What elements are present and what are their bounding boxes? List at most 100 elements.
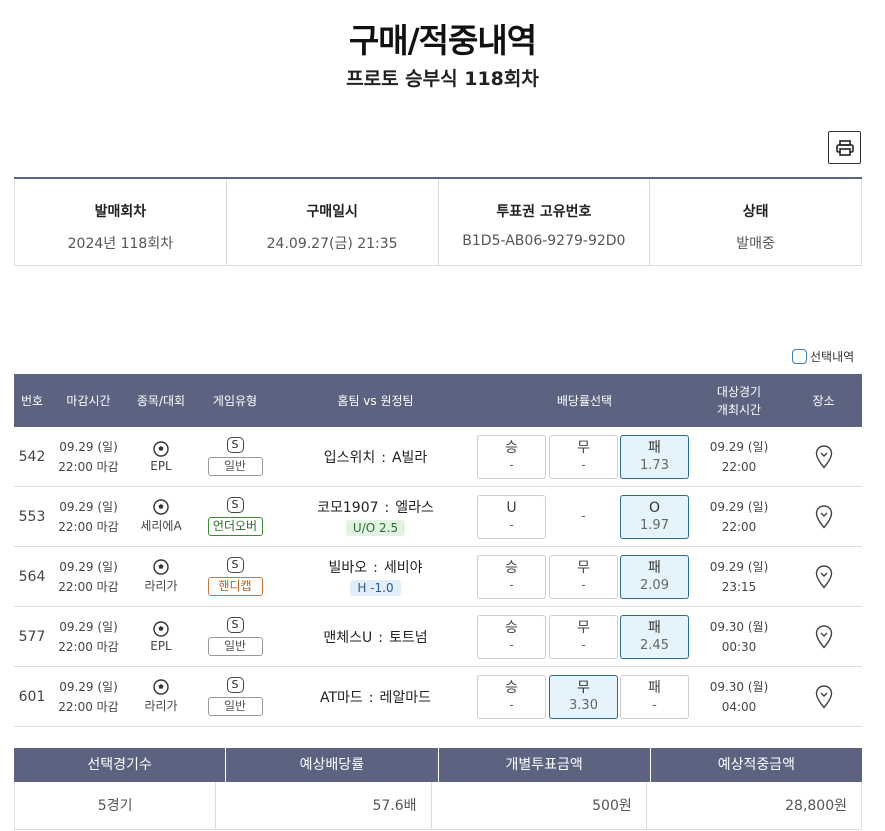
location-pin-icon[interactable] — [815, 444, 833, 469]
odds-button-o3[interactable]: 패- — [620, 674, 689, 719]
table-row: 553 09.29 (일) 22:00 마감 세리에A S 언더오버 코모190… — [14, 487, 862, 547]
league-name: EPL — [150, 638, 172, 653]
col-odds: 배당률선택 — [556, 394, 613, 408]
odds-button-o3[interactable]: 패 1.73 — [620, 434, 689, 479]
odds-value: - — [509, 637, 514, 653]
odds-button-o1[interactable]: 승- — [477, 614, 546, 659]
summary-col-games: 선택경기수 — [14, 748, 227, 782]
odds-label: 무 — [577, 559, 590, 576]
col-place: 장소 — [812, 394, 835, 408]
event-time: 04:00 — [721, 699, 757, 714]
odds-button-o3[interactable]: O 1.97 — [620, 494, 689, 539]
place-cell — [785, 444, 862, 469]
odds-label: 패 — [648, 439, 661, 456]
odds-value: 1.73 — [640, 457, 669, 473]
info-purchase-date: 구매일시 24.09.27(금) 21:35 — [227, 179, 439, 265]
odds-value: 2.09 — [640, 577, 669, 593]
event-time-cell: 09.30 (월) 04:00 — [693, 677, 785, 717]
odds-value: - — [509, 577, 514, 593]
soccer-ball-icon — [153, 499, 169, 515]
deadline-cell: 09.29 (일) 22:00 마감 — [50, 497, 127, 537]
match-cell: 맨체스U: 토트넘 — [275, 627, 476, 647]
odds-value: - — [581, 577, 586, 593]
home-team: 맨체스U — [323, 629, 373, 646]
location-pin-icon[interactable] — [815, 624, 833, 649]
deadline-cell: 09.29 (일) 22:00 마감 — [50, 617, 127, 657]
odds-value: 1.97 — [640, 517, 669, 533]
deadline-date: 09.29 (일) — [59, 499, 118, 514]
odds-button-o2[interactable]: 무- — [549, 434, 618, 479]
odds-label: 승 — [505, 679, 518, 696]
odds-button-o1[interactable]: 승- — [477, 554, 546, 599]
deadline-date: 09.29 (일) — [59, 439, 118, 454]
location-pin-icon[interactable] — [815, 684, 833, 709]
away-team: 엘라스 — [395, 500, 434, 516]
odds-cell: 승 - 무 3.30 패 - — [476, 667, 693, 727]
event-date: 09.30 (월) — [709, 619, 769, 634]
odds-button-o1[interactable]: U- — [477, 494, 546, 539]
print-button[interactable] — [828, 131, 861, 164]
location-pin-icon[interactable] — [815, 504, 833, 529]
selection-checkbox[interactable]: 선택내역 — [792, 348, 854, 365]
odds-button-o2[interactable]: 무- — [549, 614, 618, 659]
page-subtitle: 프로토 승부식 118회차 — [346, 68, 539, 90]
game-type-badge: 일반 — [207, 637, 263, 656]
deadline-time: 22:00 마감 — [58, 519, 119, 534]
league-cell: EPL — [127, 620, 195, 653]
game-type-cell: S 언더오버 — [195, 497, 275, 536]
table-row: 601 09.29 (일) 22:00 마감 라리가 S 일반 AT마드: 레알마… — [14, 667, 862, 727]
league-name: EPL — [150, 458, 172, 473]
odds-label: 승 — [505, 439, 518, 456]
game-table-header: 번호 마감시간 종목/대회 게임유형 홈팀 vs 원정팀 배당률선택 대상경기 … — [14, 374, 862, 427]
match-cell: 빌바오: 세비야 H -1.0 — [275, 557, 476, 596]
printer-icon — [835, 139, 854, 156]
soccer-ball-icon — [153, 620, 169, 637]
deadline-time: 22:00 마감 — [58, 639, 119, 654]
game-type-cell: S 일반 — [195, 617, 275, 656]
event-time: 23:15 — [721, 579, 757, 594]
table-row: 542 09.29 (일) 22:00 마감 EPL S 일반 입스위치: A빌라… — [14, 427, 862, 487]
odds-button-o2[interactable]: - — [549, 495, 618, 539]
col-type: 게임유형 — [212, 394, 258, 408]
team-separator: : — [381, 449, 386, 466]
event-date: 09.29 (일) — [709, 439, 769, 454]
summary-payout: 28,800원 — [647, 782, 862, 829]
league-name: 세리에A — [140, 519, 182, 533]
odds-button-o1[interactable]: 승- — [477, 674, 546, 719]
deadline-time: 22:00 마감 — [58, 579, 119, 594]
odds-label: 패 — [648, 619, 661, 636]
col-league: 종목/대회 — [136, 394, 186, 408]
odds-label: 패 — [648, 559, 661, 576]
game-type-badge: 일반 — [207, 457, 263, 476]
game-number: 553 — [18, 508, 46, 525]
odds-button-o1[interactable]: 승- — [477, 434, 546, 479]
checkbox-box[interactable] — [792, 349, 807, 364]
event-time-cell: 09.30 (월) 00:30 — [693, 617, 785, 657]
deadline-time: 22:00 마감 — [58, 459, 119, 474]
odds-button-o3[interactable]: 패 2.09 — [620, 554, 689, 599]
odds-label: 무 — [577, 439, 590, 456]
summary-stake: 500원 — [432, 782, 647, 829]
summary-col-payout: 예상적중금액 — [717, 757, 796, 773]
match-cell: AT마드: 레알마드 — [275, 687, 476, 707]
odds-label: 승 — [505, 619, 518, 636]
game-type-cell: S 일반 — [195, 677, 275, 716]
game-table: 번호 마감시간 종목/대회 게임유형 홈팀 vs 원정팀 배당률선택 대상경기 … — [14, 374, 862, 727]
event-time: 22:00 — [721, 459, 757, 474]
soccer-ball-icon — [153, 440, 169, 457]
location-pin-icon[interactable] — [815, 564, 833, 589]
event-time-cell: 09.29 (일) 22:00 — [693, 437, 785, 477]
odds-cell: 승 - 무 - 패 2.09 — [476, 547, 693, 607]
odds-button-o2[interactable]: 무- — [549, 554, 618, 599]
league-cell: 라리가 — [127, 559, 195, 594]
odds-button-o2[interactable]: 무 3.30 — [549, 674, 618, 719]
soccer-ball-icon — [153, 679, 169, 695]
odds-cell: U - - O 1.97 — [476, 487, 693, 547]
odds-label: 무 — [577, 619, 590, 636]
deadline-cell: 09.29 (일) 22:00 마감 — [50, 557, 127, 597]
event-date: 09.29 (일) — [709, 559, 769, 574]
game-type-badge: 일반 — [207, 697, 263, 716]
odds-button-o3[interactable]: 패 2.45 — [620, 614, 689, 659]
away-team: 레알마드 — [379, 689, 432, 706]
home-team: AT마드 — [319, 689, 363, 706]
